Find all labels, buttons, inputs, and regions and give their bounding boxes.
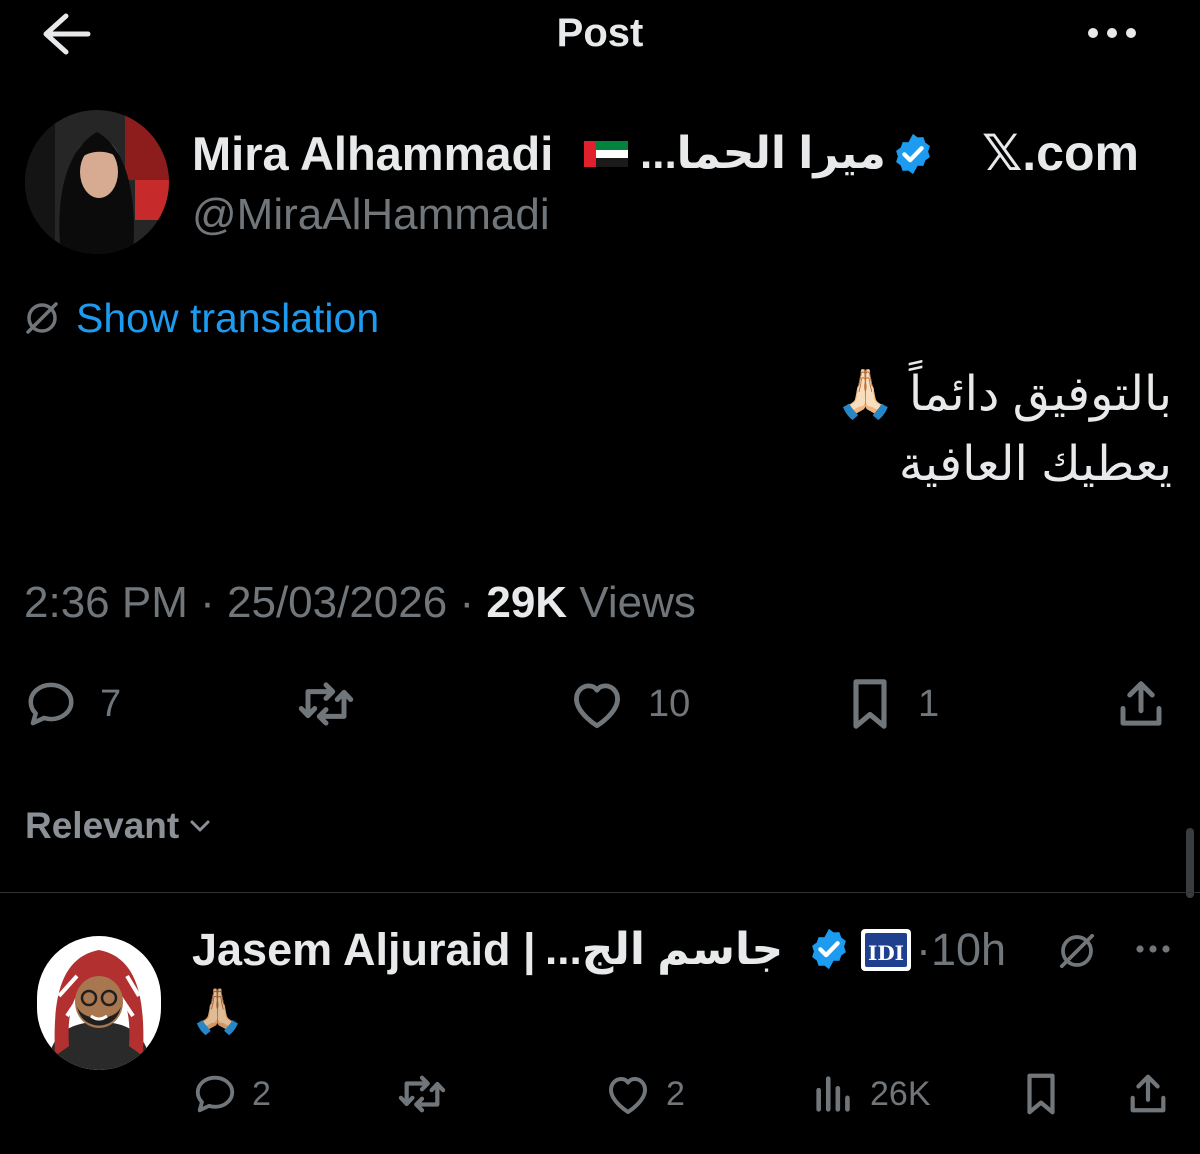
reply-share-button[interactable] [1126,1068,1170,1120]
affiliation-badge-label: IDI [868,941,904,965]
reply-count: 2 [252,1074,271,1113]
reply-reply-button[interactable]: 2 [192,1068,271,1120]
reply-like-button[interactable]: 2 [604,1068,685,1120]
reply-sort-dropdown[interactable]: Relevant [25,804,215,848]
chevron-down-icon [190,820,210,832]
reply-bookmark-button[interactable] [1020,1068,1062,1120]
show-translation-link[interactable]: Show translation [76,294,379,342]
post-text: بالتوفيق دائماً 🙏🏻 يعطيك العافية [172,360,1172,500]
translate-icon [24,300,60,336]
ellipsis-icon [1088,28,1136,38]
post-time[interactable]: 2:36 PM [24,578,188,627]
reply-icon [28,682,74,726]
bookmark-count: 1 [918,682,940,725]
reply-text: 🙏🏼 [190,987,245,1036]
heart-icon [609,1077,647,1114]
sort-label: Relevant [25,805,180,846]
bookmark-icon [1027,1073,1055,1115]
bookmark-icon [853,679,887,729]
repost-icon [298,682,354,726]
reply-views-button[interactable]: 26K [812,1068,931,1120]
post-meta: 2:36 PM · 25/03/2026 · 29K Views [24,576,696,630]
reply-repost-button[interactable] [396,1068,448,1120]
views-count: 29K [486,578,568,627]
author-name[interactable]: Mira Alhammadi [192,126,553,182]
share-button[interactable] [1116,672,1166,736]
repost-icon [398,1075,446,1113]
post-text-line: يعطيك العافية [898,438,1172,491]
like-count: 10 [648,682,691,725]
reply-button[interactable]: 7 [24,672,121,736]
separator: · [459,578,475,627]
views-count: 26K [870,1074,931,1113]
repost-button[interactable] [296,672,356,736]
uae-flag-icon [584,141,628,167]
reply-time-value: 10h [931,924,1007,975]
affiliation-badge[interactable]: IDI [860,928,912,972]
reply-author-avatar[interactable] [37,936,161,1070]
separator: · [200,578,215,627]
page-title: Post [556,11,644,55]
divider [0,892,1200,893]
more-options-button[interactable] [1082,18,1142,48]
analytics-icon [816,1076,850,1112]
scrollbar[interactable] [1186,828,1194,898]
like-button[interactable]: 10 [568,672,690,736]
views-label: Views [579,578,696,627]
share-icon [1120,681,1162,726]
heart-icon [574,683,620,729]
verified-badge-icon[interactable] [890,131,936,177]
reply-count: 7 [100,682,122,725]
x-watermark: 𝕏.com [982,125,1139,181]
translate-icon[interactable] [1056,930,1098,972]
author-avatar[interactable] [25,110,169,254]
ellipsis-icon [1136,945,1170,953]
share-icon [1130,1074,1166,1113]
verified-badge-icon[interactable] [806,926,852,972]
author-handle[interactable]: @MiraAlHammadi [192,190,550,240]
reply-time[interactable]: ·10h [916,922,1006,978]
reply-author-name[interactable]: Jasem Aljuraid | [192,922,536,978]
author-name-arabic[interactable]: ميرا الحما... [640,126,886,182]
bookmark-button[interactable]: 1 [844,672,939,736]
like-count: 2 [666,1074,685,1113]
post-date[interactable]: 25/03/2026 [227,578,447,627]
separator: · [916,924,931,975]
reply-author-name-arabic[interactable]: جاسم الج... [545,922,783,978]
post-text-line: بالتوفيق دائماً 🙏🏻 [835,368,1172,421]
reply-icon [195,1075,235,1113]
reply-more-button[interactable] [1132,936,1174,962]
